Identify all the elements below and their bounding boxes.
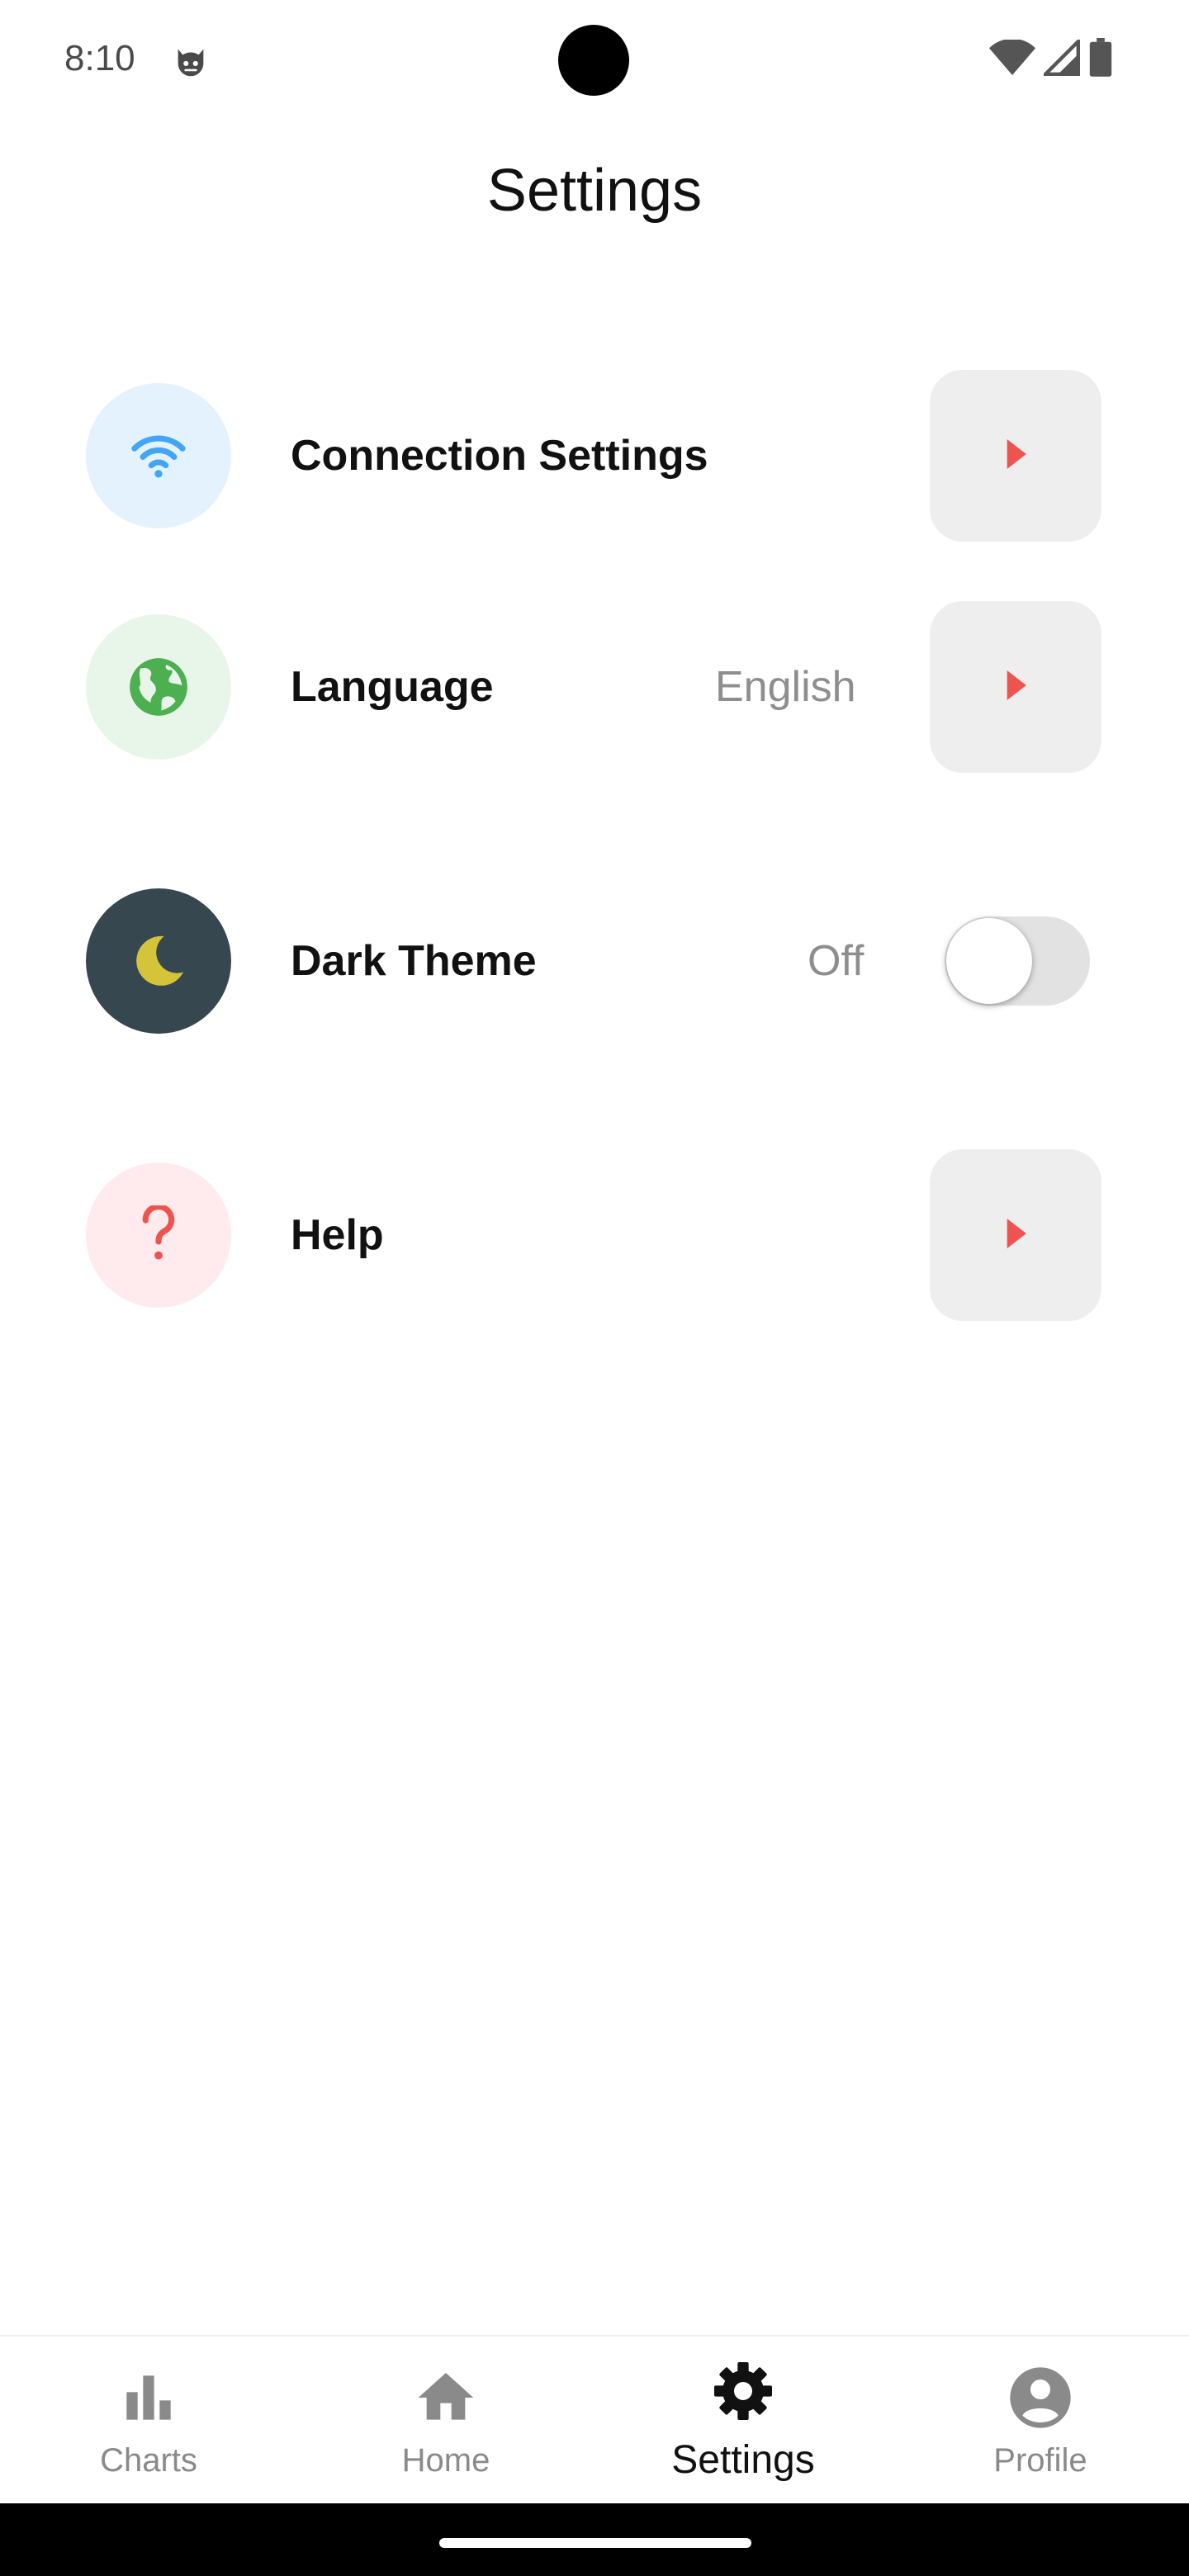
chevron-right-icon xyxy=(1005,1218,1026,1252)
cat-face-icon xyxy=(172,43,210,81)
system-navigation-bar xyxy=(0,2503,1189,2576)
moon-icon xyxy=(86,888,231,1034)
bar-chart-icon xyxy=(116,2365,182,2431)
nav-item-profile[interactable]: Profile xyxy=(892,2337,1189,2505)
nav-label: Settings xyxy=(671,2438,815,2482)
nav-item-charts[interactable]: Charts xyxy=(0,2337,297,2505)
language-button[interactable] xyxy=(930,601,1101,773)
row-label: Help xyxy=(291,1211,384,1259)
nav-item-home[interactable]: Home xyxy=(297,2337,594,2505)
row-label: Language xyxy=(291,663,494,711)
chevron-right-icon xyxy=(1005,670,1026,704)
chevron-right-icon xyxy=(1005,438,1026,473)
settings-row-connection[interactable]: Connection Settings xyxy=(0,370,1189,542)
wifi-icon xyxy=(989,38,1035,80)
gear-icon xyxy=(710,2358,776,2424)
bottom-navigation: Charts Home Settings Profile xyxy=(0,2335,1189,2505)
row-label: Connection Settings xyxy=(291,432,708,480)
connection-settings-button[interactable] xyxy=(930,370,1101,542)
nav-label: Home xyxy=(401,2442,490,2479)
settings-row-language[interactable]: Language English xyxy=(0,601,1189,773)
battery-icon xyxy=(1088,37,1113,82)
cellular-signal-icon xyxy=(1040,36,1080,80)
row-label: Dark Theme xyxy=(291,937,537,985)
settings-row-dark-theme[interactable]: Dark Theme Off xyxy=(0,888,1189,1037)
nav-label: Charts xyxy=(100,2442,197,2479)
status-bar: 8:10 xyxy=(0,0,1189,124)
gesture-handle[interactable] xyxy=(439,2538,751,2548)
camera-cutout xyxy=(558,25,629,96)
globe-icon xyxy=(86,614,231,760)
status-icons xyxy=(989,36,1113,82)
dark-theme-value: Off xyxy=(808,937,865,985)
language-value: English xyxy=(715,663,856,711)
question-mark-icon xyxy=(86,1163,231,1308)
nav-label: Profile xyxy=(993,2442,1087,2479)
dark-theme-toggle[interactable] xyxy=(945,916,1090,1006)
status-time: 8:10 xyxy=(64,38,135,78)
account-circle-icon xyxy=(1007,2365,1073,2431)
nav-item-settings[interactable]: Settings xyxy=(594,2337,892,2505)
toggle-thumb xyxy=(946,918,1032,1004)
help-button[interactable] xyxy=(930,1149,1101,1321)
settings-row-help[interactable]: Help xyxy=(0,1149,1189,1321)
wifi-icon xyxy=(86,383,231,528)
home-icon xyxy=(413,2365,479,2431)
page-title: Settings xyxy=(486,158,703,224)
